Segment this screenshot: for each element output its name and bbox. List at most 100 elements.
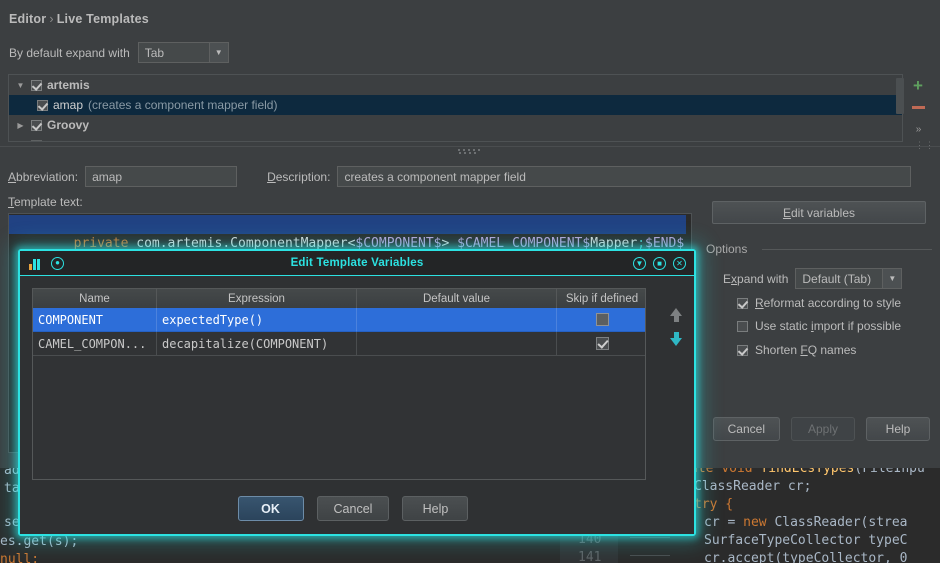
tree-item-label: Groovy xyxy=(47,118,90,132)
tree-item-label: artemis xyxy=(47,78,90,92)
tree-checkbox[interactable] xyxy=(31,79,42,91)
options-group-divider xyxy=(762,249,932,250)
edit-variables-button[interactable]: Edit variables xyxy=(712,201,926,224)
chevron-down-icon[interactable]: ▼ xyxy=(882,269,902,288)
splitter-dots-icon xyxy=(459,152,476,154)
minimize-icon[interactable]: ▼ xyxy=(633,257,646,270)
cell-name[interactable]: CAMEL_COMPON... xyxy=(33,332,157,356)
cell-default-value[interactable] xyxy=(357,332,557,356)
move-up-arrow-icon[interactable] xyxy=(670,308,682,322)
tree-item-label xyxy=(47,138,50,141)
panel-splitter[interactable] xyxy=(0,146,940,155)
default-expand-with-label: By default expand with xyxy=(9,45,130,60)
static-import-checkbox-row[interactable]: Use static import if possible xyxy=(737,319,901,333)
default-expand-with-row: By default expand with Tab ▼ xyxy=(9,42,229,63)
column-header-expression[interactable]: Expression xyxy=(157,289,357,308)
static-import-label: Use static import if possible xyxy=(755,319,902,333)
tree-item-label: amap xyxy=(53,98,84,112)
help-button[interactable]: Help xyxy=(402,496,469,521)
chevron-down-icon[interactable]: ▼ xyxy=(15,81,26,90)
tree-row-partial[interactable]: ▶ xyxy=(9,135,902,142)
variables-table-header: Name Expression Default value Skip if de… xyxy=(33,289,645,308)
cancel-button[interactable]: Cancel xyxy=(316,496,390,521)
gutter-line-number: 141 xyxy=(578,550,602,563)
skip-if-defined-checkbox[interactable] xyxy=(595,337,609,350)
cancel-button[interactable]: Cancel xyxy=(712,417,780,441)
dialog-title: Edit Template Variables xyxy=(290,257,424,269)
screen: ad ta se es.get(s); null; 140 141 ate vo… xyxy=(0,0,940,563)
description-input[interactable]: creates a component mapper field xyxy=(337,166,912,187)
abbreviation-input[interactable]: amap xyxy=(85,166,238,187)
tree-checkbox[interactable] xyxy=(31,119,42,131)
breadcrumb-leaf: Live Templates xyxy=(56,12,149,26)
abbreviation-description-row: Abbreviation: amap Description: creates … xyxy=(8,166,933,187)
column-header-skip-if-defined[interactable]: Skip if defined xyxy=(557,289,645,308)
cell-expression[interactable]: decapitalize(COMPONENT) xyxy=(157,332,357,356)
table-row[interactable]: CAMEL_COMPON... decapitalize(COMPONENT) xyxy=(33,332,645,356)
indent-guide xyxy=(630,537,670,538)
shorten-fq-checkbox-row[interactable]: Shorten FQ names xyxy=(737,343,856,357)
close-icon[interactable]: ✕ xyxy=(673,257,686,270)
column-header-default-value[interactable]: Default value xyxy=(357,289,557,308)
column-header-name[interactable]: Name xyxy=(33,289,157,308)
tree-checkbox[interactable] xyxy=(31,139,42,141)
abbreviation-value: amap xyxy=(92,169,123,184)
expand-with-row: Expand with Default (Tab) ▼ xyxy=(723,268,903,289)
settings-button-bar: Cancel Apply Help xyxy=(712,417,930,441)
cell-default-value[interactable] xyxy=(357,308,557,332)
remove-template-button[interactable] xyxy=(909,99,927,115)
expand-with-label: Expand with xyxy=(723,271,789,286)
tree-row-artemis[interactable]: ▼ artemis xyxy=(9,75,902,95)
edit-variables-label: Edit variables xyxy=(782,205,856,220)
cell-name[interactable]: COMPONENT xyxy=(33,308,157,332)
breadcrumb: Editor › Live Templates xyxy=(9,12,149,26)
expand-with-combo[interactable]: Default (Tab) ▼ xyxy=(795,268,903,289)
chevron-double-right-icon: » xyxy=(915,123,921,135)
add-template-button[interactable]: + xyxy=(909,75,927,95)
description-value: creates a component mapper field xyxy=(344,169,526,184)
target-icon[interactable]: ● xyxy=(51,256,64,270)
reformat-checkbox-row[interactable]: Reformat according to style xyxy=(737,296,901,310)
code-line: SurfaceTypeCollector typeC xyxy=(704,533,908,548)
shorten-fq-checkbox[interactable] xyxy=(737,344,748,356)
templates-tree[interactable]: ▼ artemis amap (creates a component mapp… xyxy=(8,74,903,142)
jetbrains-logo-icon xyxy=(29,257,44,270)
code-line: try { xyxy=(694,497,734,512)
chevron-right-icon[interactable]: ▶ xyxy=(15,121,26,130)
maximize-icon[interactable]: ■ xyxy=(653,257,666,270)
cell-skip-if-defined[interactable] xyxy=(557,332,645,356)
code-line: cr.accept(typeCollector, 0 xyxy=(704,551,908,563)
options-group-title: Options xyxy=(706,242,748,256)
code-line: cr = new ClassReader(strea xyxy=(704,515,908,530)
cell-skip-if-defined[interactable] xyxy=(557,308,645,332)
chevron-down-icon[interactable]: ▼ xyxy=(208,43,228,62)
cell-expression[interactable]: expectedType() xyxy=(157,308,357,332)
skip-if-defined-checkbox[interactable] xyxy=(595,313,609,326)
help-button[interactable]: Help xyxy=(866,417,930,441)
indent-guide xyxy=(630,555,670,556)
tree-checkbox[interactable] xyxy=(37,99,48,111)
dialog-title-bar[interactable]: ● Edit Template Variables ▼ ■ ✕ xyxy=(20,251,694,276)
dialog-body: Name Expression Default value Skip if de… xyxy=(20,276,694,534)
move-down-arrow-icon[interactable] xyxy=(670,332,682,346)
tree-toolbar: + » xyxy=(903,74,933,142)
more-actions-button[interactable]: » xyxy=(909,121,927,137)
plus-icon: + xyxy=(913,75,923,95)
minus-icon xyxy=(911,105,925,109)
default-expand-with-combo[interactable]: Tab ▼ xyxy=(137,42,229,63)
table-row[interactable]: COMPONENT expectedType() xyxy=(33,308,645,332)
tree-row-groovy[interactable]: ▶ Groovy xyxy=(9,115,902,135)
variables-table[interactable]: Name Expression Default value Skip if de… xyxy=(32,288,646,480)
breadcrumb-separator: › xyxy=(49,12,54,26)
static-import-checkbox[interactable] xyxy=(737,320,748,332)
breadcrumb-root[interactable]: Editor xyxy=(9,12,46,26)
code-line: ClassReader cr; xyxy=(694,479,812,494)
splitter-dots-icon xyxy=(458,149,480,151)
tree-row-amap[interactable]: amap (creates a component mapper field) xyxy=(9,95,902,115)
chevron-right-icon[interactable]: ▶ xyxy=(15,141,26,142)
dialog-window-controls: ▼ ■ ✕ xyxy=(633,251,686,276)
ok-button[interactable]: OK xyxy=(237,496,304,521)
edit-template-variables-dialog: ● Edit Template Variables ▼ ■ ✕ Name Exp… xyxy=(18,249,696,536)
tree-item-description: (creates a component mapper field) xyxy=(88,98,278,112)
reformat-checkbox[interactable] xyxy=(737,297,748,309)
